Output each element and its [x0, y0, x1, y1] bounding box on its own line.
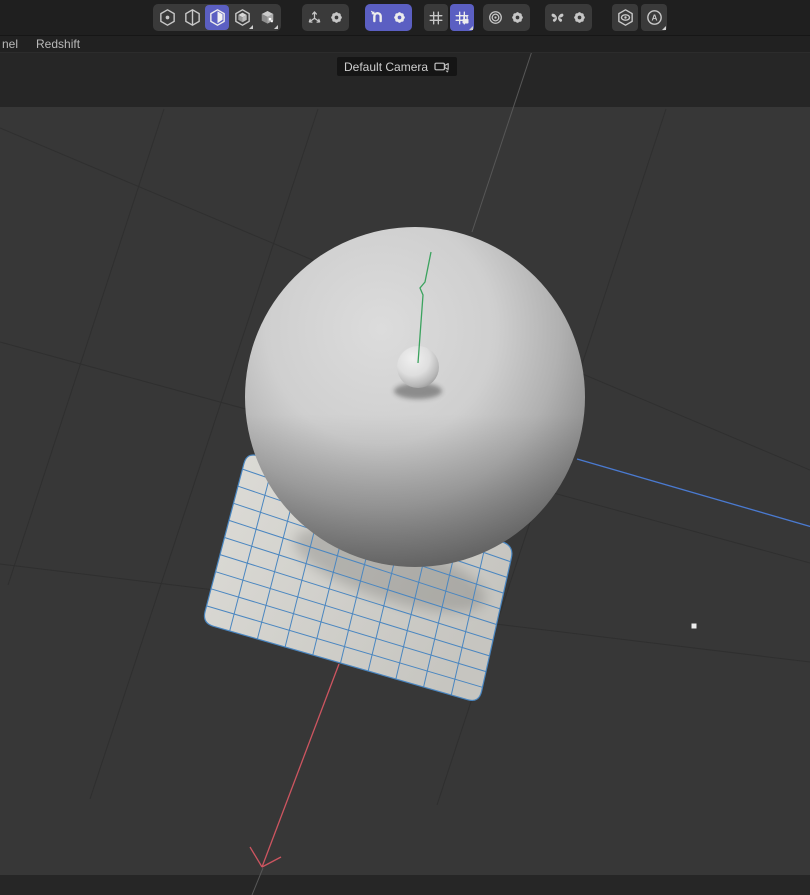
toolbar-group-snap — [365, 4, 412, 31]
hexagon-polygon-icon — [207, 7, 228, 28]
magnet-icon — [368, 8, 387, 27]
model-mode-button[interactable] — [230, 5, 254, 30]
grid-icon — [426, 8, 446, 28]
hexagon-edge-icon — [182, 7, 203, 28]
small-sphere-object[interactable] — [397, 346, 439, 388]
viewport-panel[interactable]: Default Camera — [0, 53, 810, 895]
axis-x-arrowhead — [250, 847, 262, 867]
toolbar-group-modeling-axis — [483, 4, 530, 31]
symmetry-button[interactable] — [547, 5, 568, 30]
gear-icon — [571, 9, 588, 26]
world-grid-line — [8, 109, 164, 585]
workplane-lock-button[interactable] — [450, 4, 474, 31]
target-icon — [486, 8, 505, 27]
butterfly-icon — [548, 8, 567, 27]
svg-text:A: A — [651, 12, 657, 22]
axis-x-line[interactable] — [262, 664, 339, 867]
hexagon-dot-icon — [157, 7, 178, 28]
gear-icon — [391, 9, 408, 26]
auto-mode-button[interactable]: A — [641, 4, 667, 31]
viewport-canvas[interactable] — [0, 53, 810, 895]
circled-a-icon: A — [644, 7, 665, 28]
axis-mode-button[interactable] — [255, 5, 279, 30]
app-window: { "menubar": { "items": ["nel", "Redshif… — [0, 0, 810, 895]
modeling-axis-button[interactable] — [485, 5, 506, 30]
film-band-bottom — [0, 875, 810, 895]
top-toolbar: A — [0, 0, 810, 35]
snap-toggle-button[interactable] — [367, 5, 388, 30]
modeling-axis-settings-button[interactable] — [507, 5, 528, 30]
camera-icon — [434, 60, 450, 73]
edges-mode-button[interactable] — [180, 5, 204, 30]
menu-item-redshift[interactable]: Redshift — [27, 37, 89, 51]
snap-point-marker — [692, 624, 697, 629]
gear-icon — [509, 9, 526, 26]
hexagon-eye-icon — [615, 7, 636, 28]
toolbar-group-modes — [153, 4, 281, 31]
fragment-cube-icon — [257, 7, 278, 28]
points-mode-button[interactable] — [155, 5, 179, 30]
transform-tool-button[interactable] — [304, 5, 325, 30]
polygons-mode-button[interactable] — [205, 5, 229, 30]
toolbar-group-transform — [302, 4, 349, 31]
gear-icon — [328, 9, 345, 26]
snap-settings-button[interactable] — [389, 5, 410, 30]
solo-mode-button[interactable] — [612, 4, 638, 31]
quantize-grid-button[interactable] — [424, 4, 448, 31]
move-axes-icon — [305, 8, 324, 27]
menu-item-panel[interactable]: nel — [0, 37, 27, 51]
camera-label-text: Default Camera — [344, 60, 428, 74]
hexagon-cube-icon — [232, 7, 253, 28]
symmetry-settings-button[interactable] — [569, 5, 590, 30]
grid-lock-icon — [452, 8, 472, 28]
axis-z-line[interactable] — [577, 459, 810, 527]
toolbar-group-symmetry — [545, 4, 592, 31]
camera-label[interactable]: Default Camera — [337, 57, 457, 76]
viewport-menubar: nel Redshift — [0, 35, 810, 53]
transform-settings-button[interactable] — [326, 5, 347, 30]
